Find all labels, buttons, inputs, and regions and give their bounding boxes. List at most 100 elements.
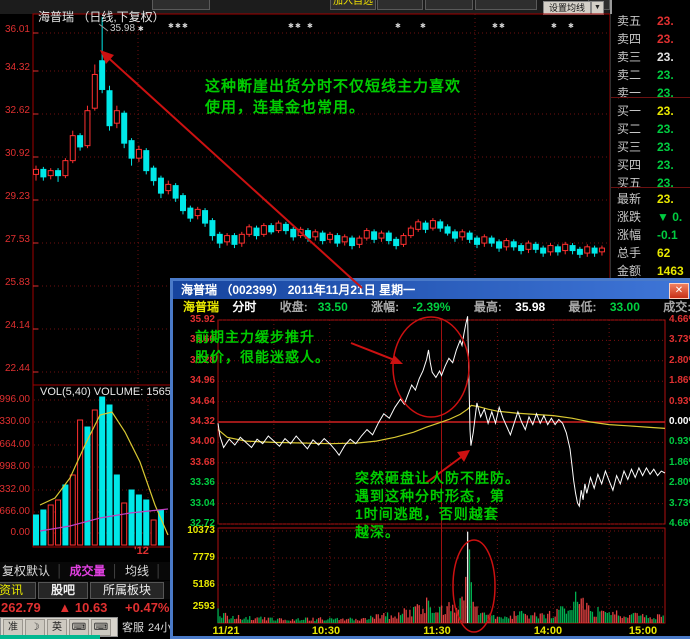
index-percent: +0.47% [111,600,169,615]
intraday-percent-label: 3.73% [669,334,690,345]
quote-row-label: 买三 [617,139,641,156]
intraday-price-label: 33.04 [175,498,215,509]
intraday-price-label: 34.64 [175,396,215,407]
ime-button[interactable]: ⌨ [69,619,89,636]
quote-row[interactable]: 卖二 23. [611,67,690,84]
ex-rights-icon: ✱ [175,22,181,30]
volume-axis-label: 0.00 [0,527,30,538]
quote-row[interactable]: 卖三23. [611,49,690,66]
quote-row-label: 买一 [617,103,641,120]
ime-button[interactable]: 准 [3,619,23,636]
ex-rights-icon: ✱ [420,22,426,30]
intraday-percent-label: 2.80% [669,355,690,366]
time-axis-label[interactable]: 10:30 [312,625,340,637]
tab-restore-default[interactable]: 复权默认 [0,564,50,578]
time-axis-label[interactable]: 15:00 [629,625,657,637]
quote-row[interactable]: 买三 23. [611,139,690,156]
quote-row-value: 23. [657,139,674,156]
tab-ma[interactable]: 均线 [125,564,149,578]
quote-row-value: 23. [657,49,674,66]
intraday-annotation-2: 突然砸盘让人防不胜防。 遇到这种分时形态，第 1时间逃跑，否则越套 越深。 [355,469,520,541]
ime-button[interactable]: 英 [47,619,67,636]
quote-row-value: -0.1 [657,227,678,244]
intraday-price-label: 34.32 [175,416,215,427]
popup-info-row: 海普瑞 分时 收盘:33.50 涨幅: -2.39% 最高: 35.98 最低:… [173,299,690,316]
quote-row[interactable]: 涨幅 -0.1 [611,227,690,244]
intraday-popup-window: 海普瑞 （002399） 2011年11月21日 星期一 ✕ 海普瑞 分时 收盘… [170,278,690,639]
quote-row-value: 23. [657,67,674,84]
volume-axis-label: 9996.00 [0,394,30,405]
peak-price-label: 35.98 ✱ [110,23,144,34]
quote-row[interactable]: 总手62 [611,245,690,262]
intraday-price-label: 33.68 [175,457,215,468]
price-axis-label: 22.44 [0,363,30,374]
stock-app-window: 加入自选 设置均线 ▼ 海普瑞 （日线,下复权） 35.98 ✱ 这种断崖出货分… [0,0,690,639]
volume-label: 成交:8747368 [653,300,690,314]
ime-button[interactable]: ⌨ [91,619,111,636]
price-axis-label: 32.62 [0,105,30,116]
quote-row[interactable]: 买五 23. [611,175,690,192]
service-link[interactable]: 客服 [122,619,144,635]
sector-button[interactable]: 所属板块 [90,582,164,599]
quote-row[interactable]: 卖四23. [611,31,690,48]
hours-label: 24小时 [148,619,170,635]
price-axis-label: 25.83 [0,277,30,288]
tab-volume[interactable]: 成交量 [70,564,106,578]
close-icon[interactable]: ✕ [669,283,689,299]
intraday-price-label: 34.00 [175,436,215,447]
ex-rights-icon: ✱ [499,22,505,30]
news-button[interactable]: 资讯 [0,582,36,599]
time-axis-label[interactable]: 11/21 [213,625,240,637]
price-axis-label: 30.92 [0,148,30,159]
ex-rights-icon: ✱ [492,22,498,30]
index-value: 262.79 [0,600,41,615]
chart-title: 海普瑞 （日线,下复权） [38,8,165,25]
quote-row[interactable]: 最新23. [611,191,690,208]
sidebar-divider [611,187,690,188]
quote-row-label: 买二 [617,121,641,138]
quote-row-value: 23. [657,85,674,102]
ex-rights-icon: ✱ [138,26,144,33]
scrollbar-notch [610,0,612,14]
intraday-percent-label: 2.80% [669,477,690,488]
ex-rights-icon: ✱ [551,22,557,30]
quote-row-label: 涨跌 [617,209,641,226]
intraday-percent-label: 0.93% [669,436,690,447]
ex-rights-icon: ✱ [168,22,174,30]
price-axis-label: 29.23 [0,191,30,202]
popup-title-bar[interactable]: 海普瑞 （002399） 2011年11月21日 星期一 [173,281,690,299]
quote-row[interactable]: 买四23. [611,157,690,174]
ime-toolbar: 准☽英⌨⌨ [0,617,118,637]
time-axis-label[interactable]: 14:00 [534,625,562,637]
quote-row[interactable]: 卖一23. [611,85,690,102]
intraday-price-label: 34.96 [175,375,215,386]
ex-rights-icon: ✱ [568,22,574,30]
quote-row-label: 涨幅 [617,227,641,244]
price-axis-label: 34.32 [0,62,30,73]
low-label: 最低: 33.00 [559,300,640,314]
quote-row[interactable]: 买一23. [611,103,690,120]
intraday-percent-label: 4.66% [669,314,690,325]
quote-row-value: 62 [657,245,670,262]
quote-row-label: 买五 [617,175,641,192]
quote-row-label: 卖二 [617,67,641,84]
forum-button[interactable]: 股吧 [38,582,88,599]
quote-row-value: ▼ 0. [657,209,682,226]
index-change: ▲ 10.63 [44,600,107,615]
quote-sidebar: 卖五23.卖四23.卖三23.卖二23.卖一23.买一23.买二23.买三23.… [610,0,690,278]
intraday-annotation-1: 前期主力缓步推升 股价，很能迷惑人。 [195,327,330,367]
stock-name: 海普瑞 [183,300,219,314]
ex-rights-icon: ✱ [295,22,301,30]
quote-row-value: 23. [657,175,674,192]
intraday-price-label: 33.36 [175,477,215,488]
year-axis-label: '12 [134,545,149,557]
volume-axis-label: 1666.00 [0,506,30,517]
quote-row-label: 最新 [617,191,641,208]
intraday-percent-label: 1.86% [669,457,690,468]
intraday-volume-label: 5186 [175,579,215,590]
quote-row[interactable]: 涨跌 ▼ 0. [611,209,690,226]
ime-button[interactable]: ☽ [25,619,45,636]
quote-row[interactable]: 买二23. [611,121,690,138]
quote-row[interactable]: 卖五23. [611,13,690,30]
time-axis-label[interactable]: 11:30 [423,625,451,637]
